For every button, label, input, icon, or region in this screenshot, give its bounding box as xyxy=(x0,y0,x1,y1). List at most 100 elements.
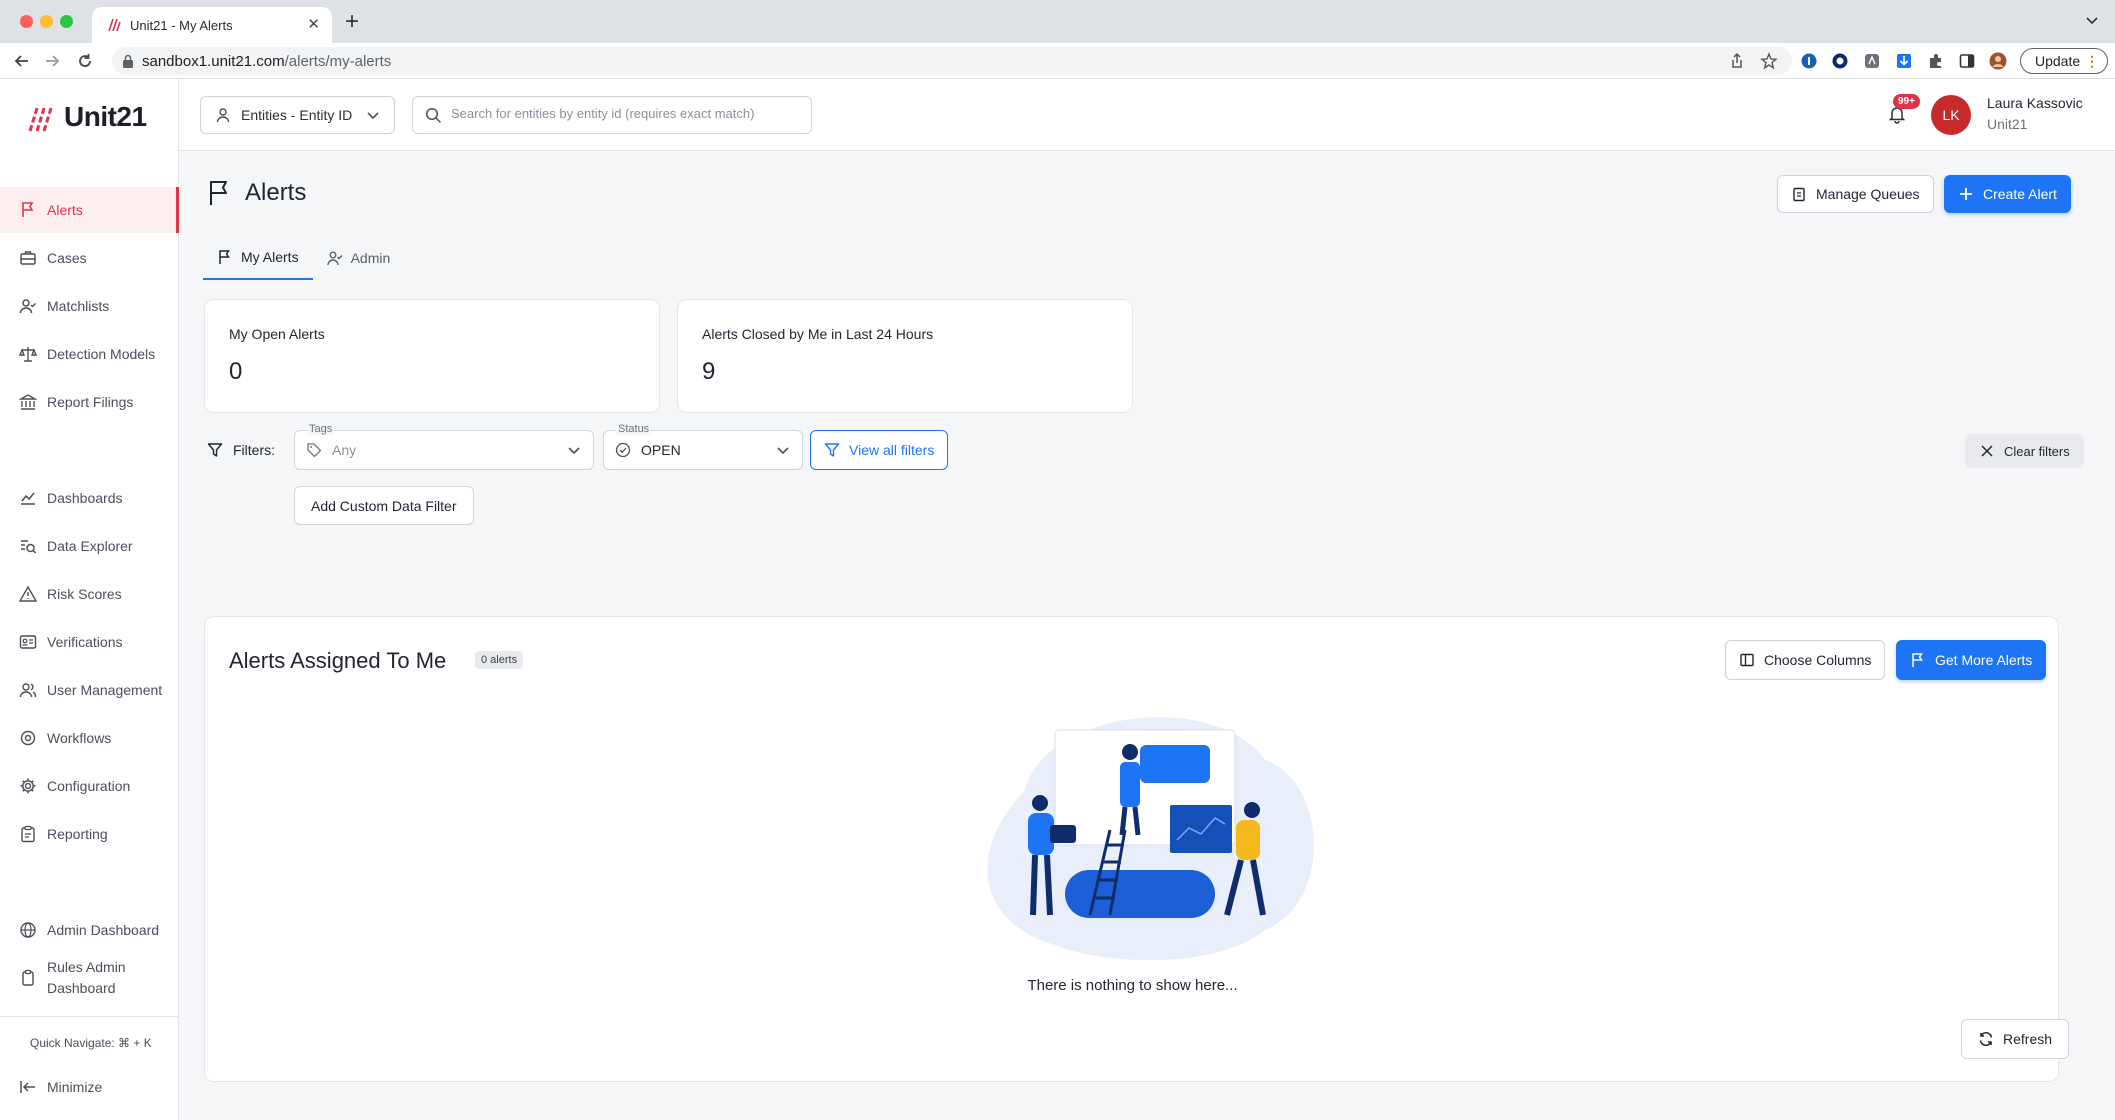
clear-filters-button[interactable]: Clear filters xyxy=(1965,434,2084,468)
browser-tab[interactable]: Unit21 - My Alerts ✕ xyxy=(92,7,332,43)
profile-avatar-icon[interactable] xyxy=(1989,52,2007,70)
bank-icon xyxy=(19,394,37,410)
page-title: Alerts xyxy=(205,179,306,207)
extensions-puzzle-icon[interactable] xyxy=(1927,52,1945,70)
browser-update-button[interactable]: Update ⋮ xyxy=(2020,48,2108,74)
sidebar-minimize-button[interactable]: Minimize xyxy=(0,1064,179,1110)
flag-icon xyxy=(1912,653,1923,667)
tab-label: Admin xyxy=(350,250,391,266)
create-alert-button[interactable]: Create Alert xyxy=(1944,175,2071,213)
back-arrow-icon[interactable] xyxy=(12,51,32,71)
download-icon[interactable] xyxy=(1895,52,1913,70)
password-manager-icon[interactable] xyxy=(1800,52,1818,70)
columns-icon xyxy=(1740,653,1754,667)
sidebar-item-detection-models[interactable]: Detection Models xyxy=(0,331,179,377)
main-content: Alerts Manage Queues Create Alert My Ale… xyxy=(179,151,2115,1120)
sidebar-item-report-filings[interactable]: Report Filings xyxy=(0,379,179,425)
choose-columns-button[interactable]: Choose Columns xyxy=(1725,640,1886,680)
id-card-icon xyxy=(19,635,37,649)
tags-value: Any xyxy=(332,442,357,458)
unit21-favicon-icon xyxy=(108,18,121,32)
app-header: Entities - Entity ID 99+ LK Laura Kassov… xyxy=(179,79,2115,151)
chevron-down-icon xyxy=(777,447,789,455)
sidebar-item-verifications[interactable]: Verifications xyxy=(0,619,179,665)
lock-icon xyxy=(123,54,133,68)
new-tab-button[interactable]: + xyxy=(345,8,359,36)
window-zoom-button[interactable] xyxy=(60,15,73,28)
sidebar-item-reporting[interactable]: Reporting xyxy=(0,811,179,857)
bookmark-star-icon[interactable] xyxy=(1760,52,1778,70)
person-icon xyxy=(216,108,230,123)
side-panel-icon[interactable] xyxy=(1958,52,1976,70)
sidebar-item-cases[interactable]: Cases xyxy=(0,235,179,281)
sidebar: Unit21 Alerts Cases Matchlists Detection… xyxy=(0,79,179,1120)
users-icon xyxy=(19,683,37,698)
unit21-logo[interactable]: Unit21 xyxy=(26,100,147,134)
tags-filter-select[interactable]: Tags Any xyxy=(294,423,594,470)
empty-state-message: There is nothing to show here... xyxy=(1027,977,1238,994)
chevron-down-icon xyxy=(568,447,580,455)
sidebar-item-label: Data Explorer xyxy=(47,538,133,554)
close-icon xyxy=(1981,445,1993,457)
sidebar-item-dashboards[interactable]: Dashboards xyxy=(0,475,179,521)
entity-select-value: Entities - Entity ID xyxy=(241,107,353,123)
entity-type-select[interactable]: Entities - Entity ID xyxy=(200,96,395,134)
address-bar[interactable]: sandbox1.unit21.com/alerts/my-alerts xyxy=(112,47,1792,75)
tab-search-chevron-icon[interactable] xyxy=(2085,13,2099,27)
view-all-filters-button[interactable]: View all filters xyxy=(810,430,949,470)
warning-triangle-icon xyxy=(19,585,37,602)
tab-admin[interactable]: Admin xyxy=(313,236,405,280)
collapse-left-icon xyxy=(20,1081,35,1093)
globe-icon xyxy=(20,922,36,938)
sidebar-item-configuration[interactable]: Configuration xyxy=(0,763,179,809)
window-minimize-button[interactable] xyxy=(40,15,53,28)
refresh-button[interactable]: Refresh xyxy=(1961,1019,2070,1059)
sidebar-item-data-explorer[interactable]: Data Explorer xyxy=(0,523,179,569)
alerts-assigned-panel: Alerts Assigned To Me 0 alerts Choose Co… xyxy=(204,616,2070,1082)
refresh-label: Refresh xyxy=(2003,1031,2053,1047)
tab-my-alerts[interactable]: My Alerts xyxy=(203,236,313,280)
sidebar-item-workflows[interactable]: Workflows xyxy=(0,715,179,761)
flag-icon xyxy=(219,250,230,264)
sidebar-item-label: Reporting xyxy=(47,826,108,842)
flag-icon xyxy=(210,181,227,205)
page-title-text: Alerts xyxy=(245,179,307,206)
user-check-icon xyxy=(19,299,37,314)
window-close-button[interactable] xyxy=(20,15,33,28)
sidebar-item-label: Risk Scores xyxy=(47,586,122,602)
choose-columns-label: Choose Columns xyxy=(1764,652,1872,668)
stat-label: Alerts Closed by Me in Last 24 Hours xyxy=(702,326,934,342)
sidebar-item-label: User Management xyxy=(47,682,163,698)
entity-search-box[interactable] xyxy=(412,96,812,134)
sidebar-item-risk-scores[interactable]: Risk Scores xyxy=(0,571,179,617)
user-name: Laura Kassovic xyxy=(1987,95,2083,111)
status-legend: Status xyxy=(616,423,652,435)
browser-toolbar: sandbox1.unit21.com/alerts/my-alerts Upd… xyxy=(0,43,2115,79)
user-avatar[interactable]: LK xyxy=(1931,95,1971,135)
manage-queues-button[interactable]: Manage Queues xyxy=(1777,175,1934,213)
sidebar-item-label: Configuration xyxy=(47,778,131,794)
user-organization: Unit21 xyxy=(1987,116,2028,132)
tab-close-icon[interactable]: ✕ xyxy=(307,15,320,33)
sidebar-item-matchlists[interactable]: Matchlists xyxy=(0,283,179,329)
workflow-gear-icon xyxy=(20,730,36,746)
sidebar-item-label: Alerts xyxy=(47,202,83,218)
user-check-icon xyxy=(326,251,343,266)
reload-icon[interactable] xyxy=(75,51,95,71)
search-icon xyxy=(425,107,442,124)
extension-circle-icon[interactable] xyxy=(1831,52,1849,70)
entity-search-input[interactable] xyxy=(451,106,801,121)
flag-icon xyxy=(22,202,34,217)
sidebar-item-admin-dashboard[interactable]: Admin Dashboard xyxy=(0,907,179,953)
sidebar-item-label: Dashboards xyxy=(47,490,123,506)
sidebar-item-user-management[interactable]: User Management xyxy=(0,667,179,713)
add-custom-data-filter-button[interactable]: Add Custom Data Filter xyxy=(294,486,474,525)
sidebar-item-rules-admin-dashboard[interactable]: Rules Admin Dashboard xyxy=(0,955,179,1003)
status-filter-select[interactable]: Status OPEN xyxy=(603,423,803,470)
extension-box-icon[interactable] xyxy=(1863,52,1881,70)
share-icon[interactable] xyxy=(1728,52,1746,70)
get-more-alerts-button[interactable]: Get More Alerts xyxy=(1896,640,2047,680)
logo-wordmark: Unit21 xyxy=(64,101,147,132)
sidebar-item-alerts[interactable]: Alerts xyxy=(0,187,179,233)
forward-arrow-icon[interactable] xyxy=(42,51,62,71)
